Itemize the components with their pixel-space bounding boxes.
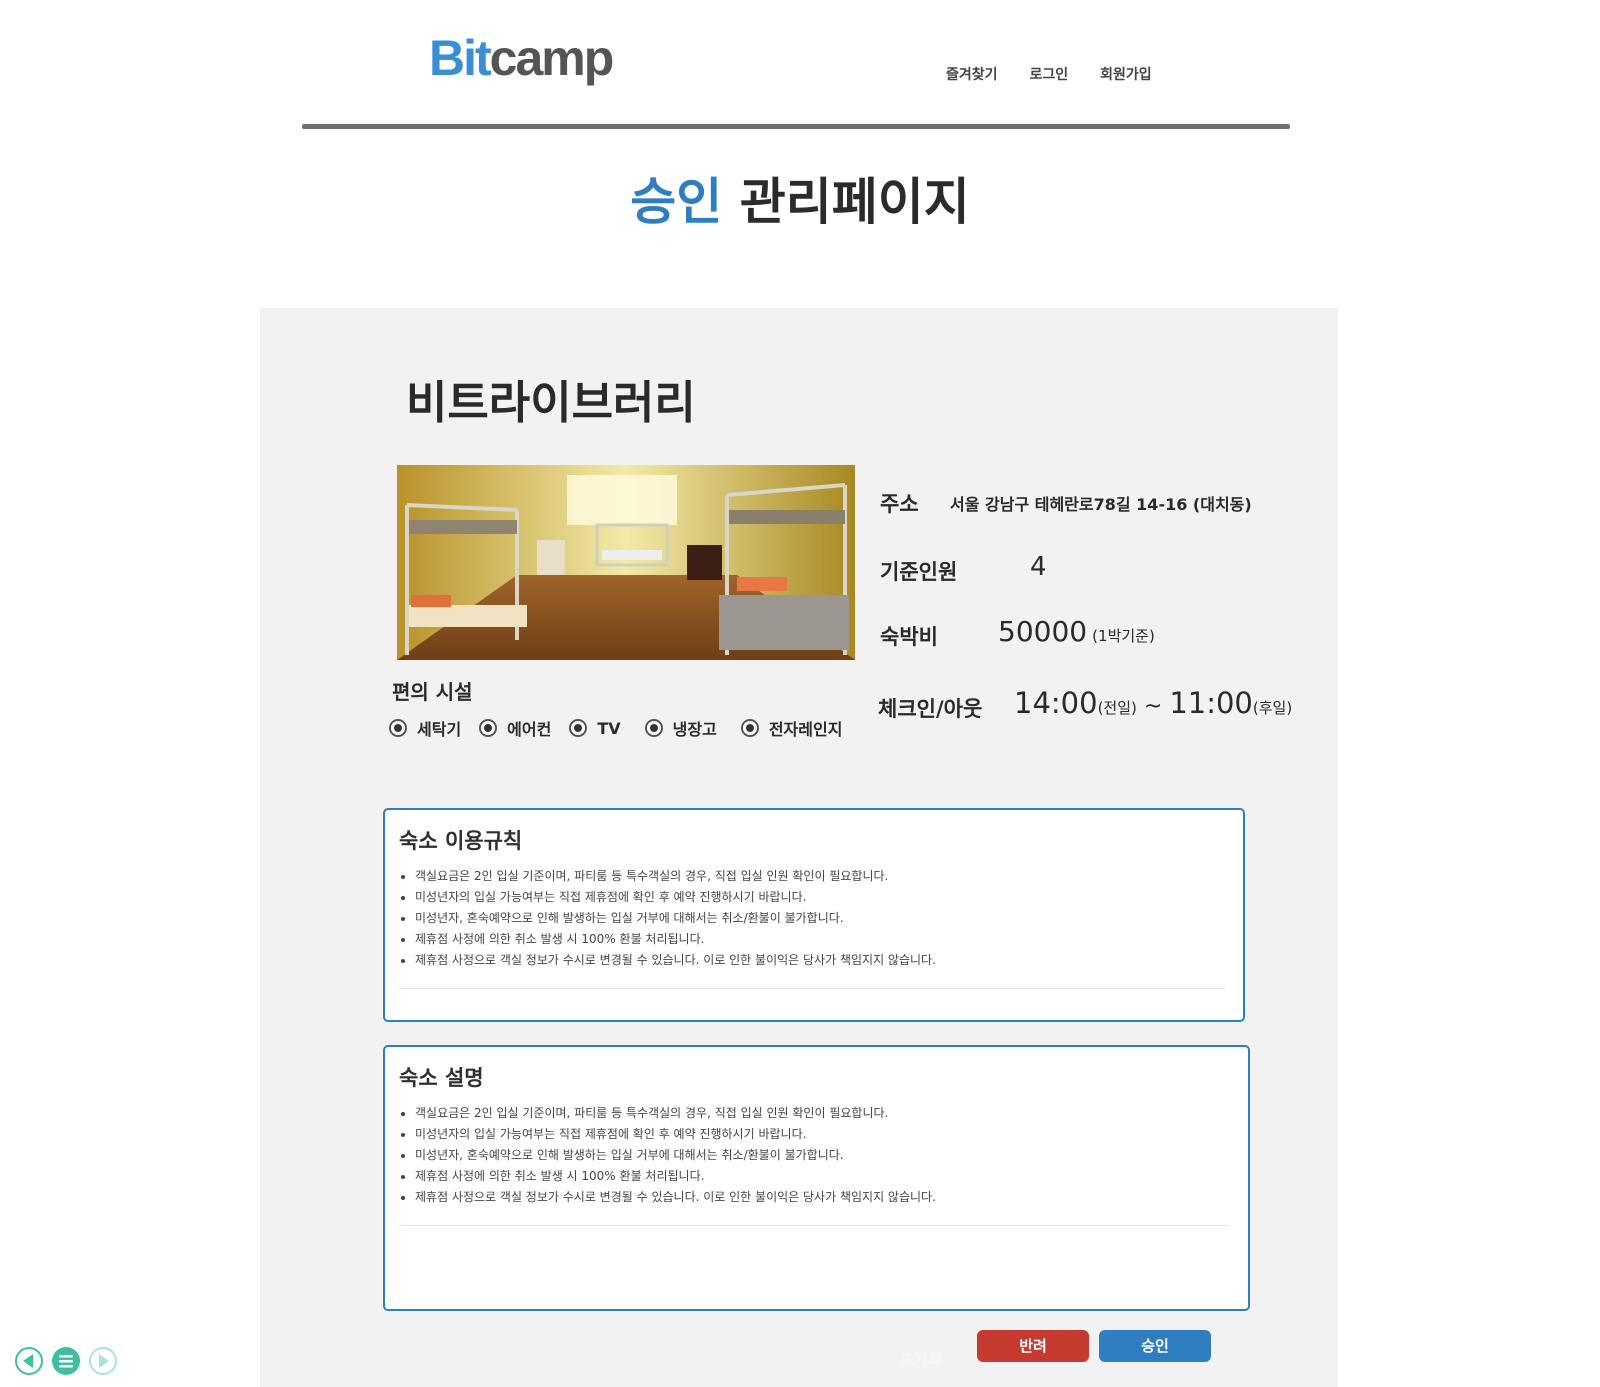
- bookmark-link[interactable]: 즐겨찾기: [946, 64, 998, 84]
- price-unit: (1박기준): [1092, 627, 1155, 645]
- logo-part-bit: Bit: [429, 30, 492, 86]
- capacity-label: 기준인원: [880, 560, 958, 584]
- checkinout-row: 14:00(전일) ~ 11:00(후일): [1014, 686, 1292, 720]
- price-value: 50000: [998, 615, 1088, 648]
- radio-icon[interactable]: [479, 719, 498, 737]
- facility-washer[interactable]: 세탁기: [389, 716, 461, 740]
- radio-icon[interactable]: [740, 719, 759, 737]
- list-item: 미성년자, 혼숙예약으로 인해 발생하는 입실 거부에 대해서는 취소/환불이 …: [415, 908, 936, 929]
- facility-label: TV: [597, 718, 621, 738]
- list-item: 미성년자의 입실 가능여부는 직접 제휴점에 확인 후 예약 진행하시기 바랍니…: [415, 1124, 936, 1145]
- list-item: 제휴점 사정에 의한 취소 발생 시 100% 환불 처리됩니다.: [415, 1166, 936, 1187]
- price-row: 50000 (1박기준): [998, 615, 1155, 648]
- rules-box: 숙소 이용규칙 객실요금은 2인 입실 기준이며, 파티룸 등 특수객실의 경우…: [383, 808, 1245, 1022]
- description-box: 숙소 설명 객실요금은 2인 입실 기준이며, 파티룸 등 특수객실의 경우, …: [383, 1045, 1250, 1311]
- room-photo: [397, 465, 855, 660]
- facilities-title: 편의 시설: [392, 680, 473, 704]
- price-label: 숙박비: [880, 625, 938, 649]
- list-item: 객실요금은 2인 입실 기준이며, 파티룸 등 특수객실의 경우, 직접 입실 …: [415, 1103, 936, 1124]
- checkinout-label: 체크인/아웃: [878, 697, 983, 721]
- radio-icon[interactable]: [389, 719, 407, 737]
- login-link[interactable]: 로그인: [1030, 64, 1069, 84]
- radio-icon[interactable]: [644, 719, 663, 737]
- list-item: 객실요금은 2인 입실 기준이며, 파티룸 등 특수객실의 경우, 직접 입실 …: [415, 866, 936, 887]
- capacity-value: 4: [1030, 552, 1047, 582]
- signup-link[interactable]: 회원가입: [1100, 64, 1152, 84]
- description-list: 객실요금은 2인 입실 기준이며, 파티룸 등 특수객실의 경우, 직접 입실 …: [399, 1103, 936, 1208]
- facility-aircon[interactable]: 에어컨: [479, 716, 551, 740]
- reject-button[interactable]: 반려: [977, 1330, 1089, 1362]
- approval-panel: 비트라이브러리 편의 시설 세탁기 에어컨 TV 냉장고 전자레인지 주소 서울…: [260, 308, 1338, 1387]
- facility-label: 에어컨: [507, 720, 552, 739]
- bitcamp-logo[interactable]: Bitcamp: [429, 30, 615, 86]
- facilities-list: 세탁기 에어컨 TV 냉장고 전자레인지: [389, 716, 842, 740]
- facility-fridge[interactable]: 냉장고: [644, 716, 717, 740]
- checkin-time: 14:00: [1014, 686, 1098, 720]
- list-item: 미성년자의 입실 가능여부는 직접 제휴점에 확인 후 예약 진행하시기 바랍니…: [415, 887, 936, 908]
- header-divider: [302, 124, 1290, 129]
- rules-divider: [399, 988, 1225, 989]
- checkin-note: (전일): [1097, 699, 1137, 717]
- accommodation-name: 비트라이브러리: [406, 376, 696, 429]
- description-title: 숙소 설명: [399, 1066, 484, 1090]
- list-item: 제휴점 사정으로 객실 정보가 수시로 변경될 수 있습니다. 이로 인한 불이…: [415, 950, 936, 971]
- facility-tv[interactable]: TV: [569, 716, 621, 740]
- facility-label: 냉장고: [672, 720, 717, 739]
- facility-microwave[interactable]: 전자레인지: [740, 716, 843, 740]
- facility-label: 세탁기: [417, 720, 462, 739]
- reset-button[interactable]: 초기화: [900, 1348, 941, 1369]
- checkout-time: 11:00: [1169, 686, 1253, 720]
- facility-label: 전자레인지: [768, 720, 843, 739]
- viewer-controls: [14, 1346, 118, 1376]
- prev-icon[interactable]: [14, 1346, 44, 1376]
- description-divider: [399, 1225, 1230, 1226]
- rules-title: 숙소 이용규칙: [399, 829, 523, 853]
- approve-button[interactable]: 승인: [1099, 1330, 1211, 1362]
- list-item: 미성년자, 혼숙예약으로 인해 발생하는 입실 거부에 대해서는 취소/환불이 …: [415, 1145, 936, 1166]
- list-item: 제휴점 사정으로 객실 정보가 수시로 변경될 수 있습니다. 이로 인한 불이…: [415, 1187, 936, 1208]
- radio-icon[interactable]: [569, 719, 588, 737]
- page-title-rest: 관리페이지: [722, 173, 970, 231]
- list-item: 제휴점 사정에 의한 취소 발생 시 100% 환불 처리됩니다.: [415, 929, 936, 950]
- menu-icon[interactable]: [51, 1346, 81, 1376]
- address-value: 서울 강남구 테헤란로78길 14-16 (대치동): [950, 495, 1252, 514]
- checkout-note: (후일): [1252, 699, 1293, 717]
- time-separator: ~: [1136, 694, 1170, 719]
- rules-list: 객실요금은 2인 입실 기준이며, 파티룸 등 특수객실의 경우, 직접 입실 …: [399, 866, 936, 971]
- page-title-accent: 승인: [630, 173, 723, 231]
- top-nav: 즐겨찾기 로그인 회원가입: [946, 64, 1152, 84]
- next-icon[interactable]: [88, 1346, 118, 1376]
- address-label: 주소: [880, 492, 919, 516]
- logo-part-camp: camp: [489, 30, 615, 86]
- page-title: 승인 관리페이지: [0, 170, 1600, 234]
